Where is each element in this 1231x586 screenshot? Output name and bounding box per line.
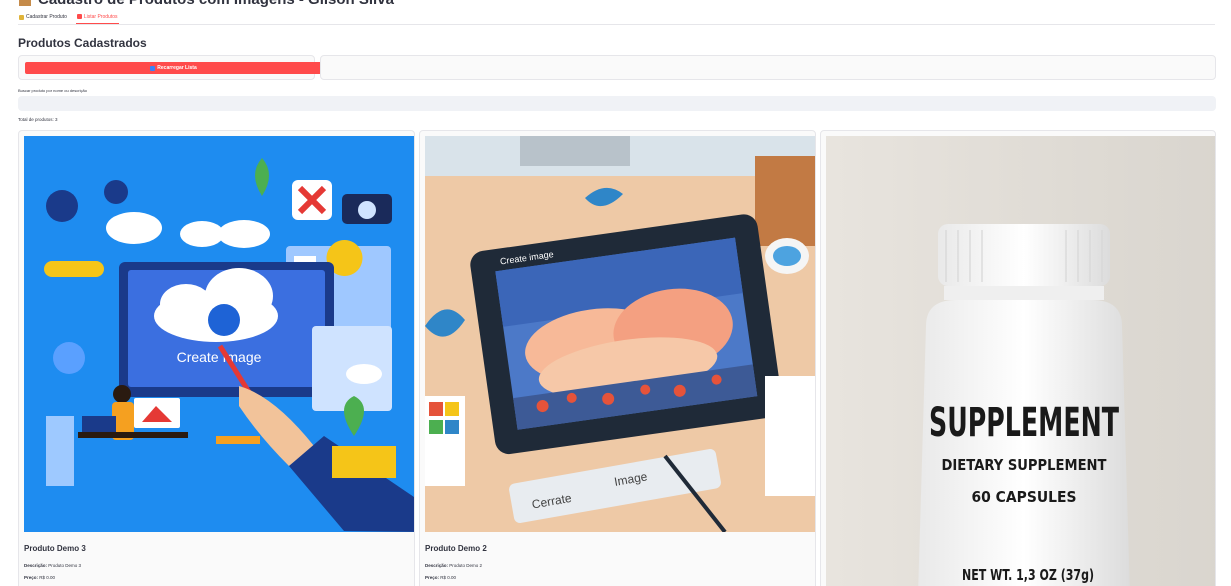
tab-bar: Cadastrar Produto Listar Produtos	[18, 10, 1215, 25]
total-products-label: Total de produtos: 3	[18, 117, 58, 122]
list-icon	[76, 14, 82, 19]
image-text: Create Image	[177, 349, 262, 365]
tab-listar-produtos[interactable]: Listar Produtos	[75, 10, 119, 24]
product-card: SUPPLEMENT DIETARY SUPPLEMENT 60 CAPSULE…	[820, 130, 1216, 586]
product-image[interactable]: Create image Cerrate Image	[425, 136, 815, 532]
supplement-bottle-photo: SUPPLEMENT DIETARY SUPPLEMENT 60 CAPSULE…	[826, 136, 1215, 586]
price-label: Preço:	[425, 575, 440, 580]
section-title: Produtos Cadastrados	[18, 36, 147, 50]
product-price: Preço: R$ 0.00	[24, 575, 55, 580]
label-line-1: SUPPLEMENT	[929, 400, 1119, 446]
tab-cadastrar-produto[interactable]: Cadastrar Produto	[18, 10, 68, 24]
price-value: R$ 0.00	[440, 575, 457, 580]
page-title: Cadastro de Produtos com Imagens - Gilso…	[18, 0, 394, 8]
label-line-2: DIETARY SUPPLEMENT	[942, 456, 1108, 474]
reload-button-container: Recarregar Lista	[18, 55, 322, 80]
label-line-3: 60 CAPSULES	[972, 488, 1077, 506]
description-label: Descrição:	[425, 563, 449, 568]
reload-list-button[interactable]: Recarregar Lista	[25, 62, 322, 74]
search-label: Buscar produto por nome ou descrição	[18, 88, 87, 93]
refresh-icon	[150, 65, 156, 71]
description-label: Descrição:	[24, 563, 48, 568]
product-description: Descrição: Produto Demo 2	[425, 563, 482, 568]
empty-panel	[320, 55, 1216, 80]
notepad-icon	[19, 14, 24, 20]
description-value: Produto Demo 2	[449, 563, 483, 568]
search-input[interactable]	[18, 96, 1216, 111]
label-line-4: NET WT. 1,3 OZ (37g)	[962, 566, 1094, 584]
tablet-clouds-illustration: Create image Cerrate Image	[425, 136, 815, 532]
price-label: Preço:	[24, 575, 39, 580]
product-name: Produto Demo 2	[425, 544, 487, 553]
product-name: Produto Demo 3	[24, 544, 86, 553]
product-price: Preço: R$ 0.00	[425, 575, 456, 580]
tab-label: Listar Produtos	[83, 13, 118, 20]
package-icon	[19, 0, 31, 6]
price-value: R$ 0.00	[39, 575, 56, 580]
product-image[interactable]: SUPPLEMENT DIETARY SUPPLEMENT 60 CAPSULE…	[826, 136, 1215, 586]
product-image[interactable]: Create Image	[24, 136, 414, 532]
reload-button-label: Recarregar Lista	[157, 65, 197, 71]
tab-label: Cadastrar Produto	[26, 14, 67, 20]
product-card: Create image Cerrate Image Produto Demo …	[419, 130, 816, 586]
product-description: Descrição: Produto Demo 3	[24, 563, 81, 568]
description-value: Produto Demo 3	[48, 563, 82, 568]
product-card: Create Image Produto Demo 3 Descrição: P…	[18, 130, 415, 586]
create-image-illustration: Create Image	[24, 136, 414, 532]
page-title-text: Cadastro de Produtos com Imagens - Gilso…	[38, 0, 394, 8]
